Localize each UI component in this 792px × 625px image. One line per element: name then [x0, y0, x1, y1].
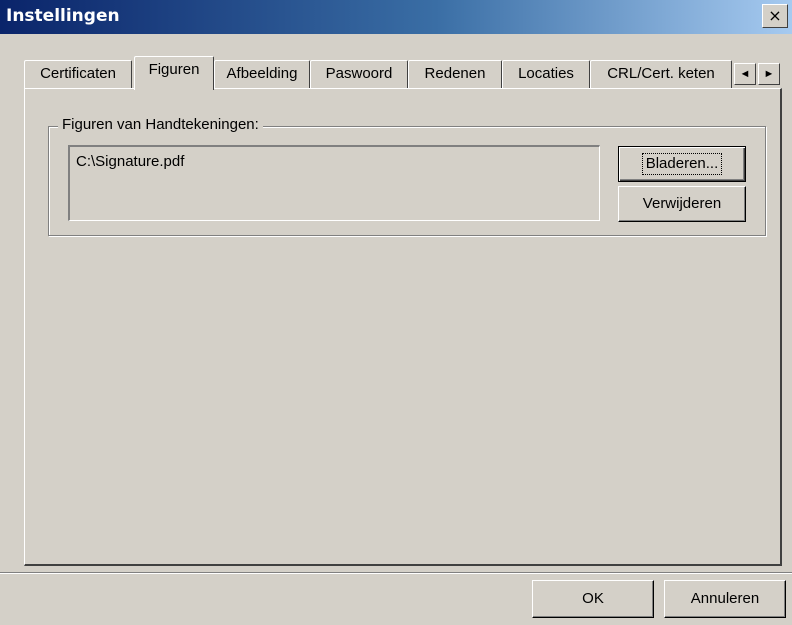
title-bar[interactable]: Instellingen × — [0, 0, 792, 34]
browse-button[interactable]: Bladeren... — [618, 146, 746, 182]
close-button[interactable]: × — [762, 4, 788, 28]
tab-locaties[interactable]: Locaties — [502, 60, 590, 88]
figures-list[interactable]: C:\Signature.pdf — [68, 145, 600, 221]
remove-button[interactable]: Verwijderen — [618, 186, 746, 222]
list-item[interactable]: C:\Signature.pdf — [76, 153, 184, 170]
tab-redenen[interactable]: Redenen — [408, 60, 502, 88]
cancel-button-label: Annuleren — [690, 590, 760, 607]
tab-label: Locaties — [518, 65, 574, 82]
tab-paswoord[interactable]: Paswoord — [310, 60, 408, 88]
tab-certificaten[interactable]: Certificaten — [24, 60, 132, 88]
remove-button-label: Verwijderen — [642, 195, 722, 212]
tab-label: Figuren — [148, 61, 200, 78]
tab-scroll-right-button[interactable]: ► — [758, 63, 780, 85]
window-title: Instellingen — [6, 6, 120, 26]
tab-afbeelding[interactable]: Afbeelding — [214, 60, 310, 88]
tab-label: Paswoord — [325, 65, 393, 82]
ok-button[interactable]: OK — [532, 580, 654, 618]
cancel-button[interactable]: Annuleren — [664, 580, 786, 618]
separator — [0, 572, 792, 574]
ok-button-label: OK — [582, 590, 604, 607]
arrow-right-icon: ► — [763, 68, 775, 80]
tab-figuren[interactable]: Figuren — [134, 56, 214, 90]
tab-crl-cert-keten[interactable]: CRL/Cert. keten — [590, 60, 732, 88]
tab-label: Afbeelding — [226, 65, 298, 82]
arrow-left-icon: ◄ — [739, 68, 751, 80]
tab-scroll-left-button[interactable]: ◄ — [734, 63, 756, 85]
tab-label: Certificaten — [40, 65, 116, 82]
browse-button-label: Bladeren... — [641, 153, 723, 175]
tab-label: CRL/Cert. keten — [607, 65, 715, 82]
group-label: Figuren van Handtekeningen: — [58, 116, 263, 133]
close-icon: × — [768, 6, 782, 25]
tab-label: Redenen — [424, 65, 486, 82]
